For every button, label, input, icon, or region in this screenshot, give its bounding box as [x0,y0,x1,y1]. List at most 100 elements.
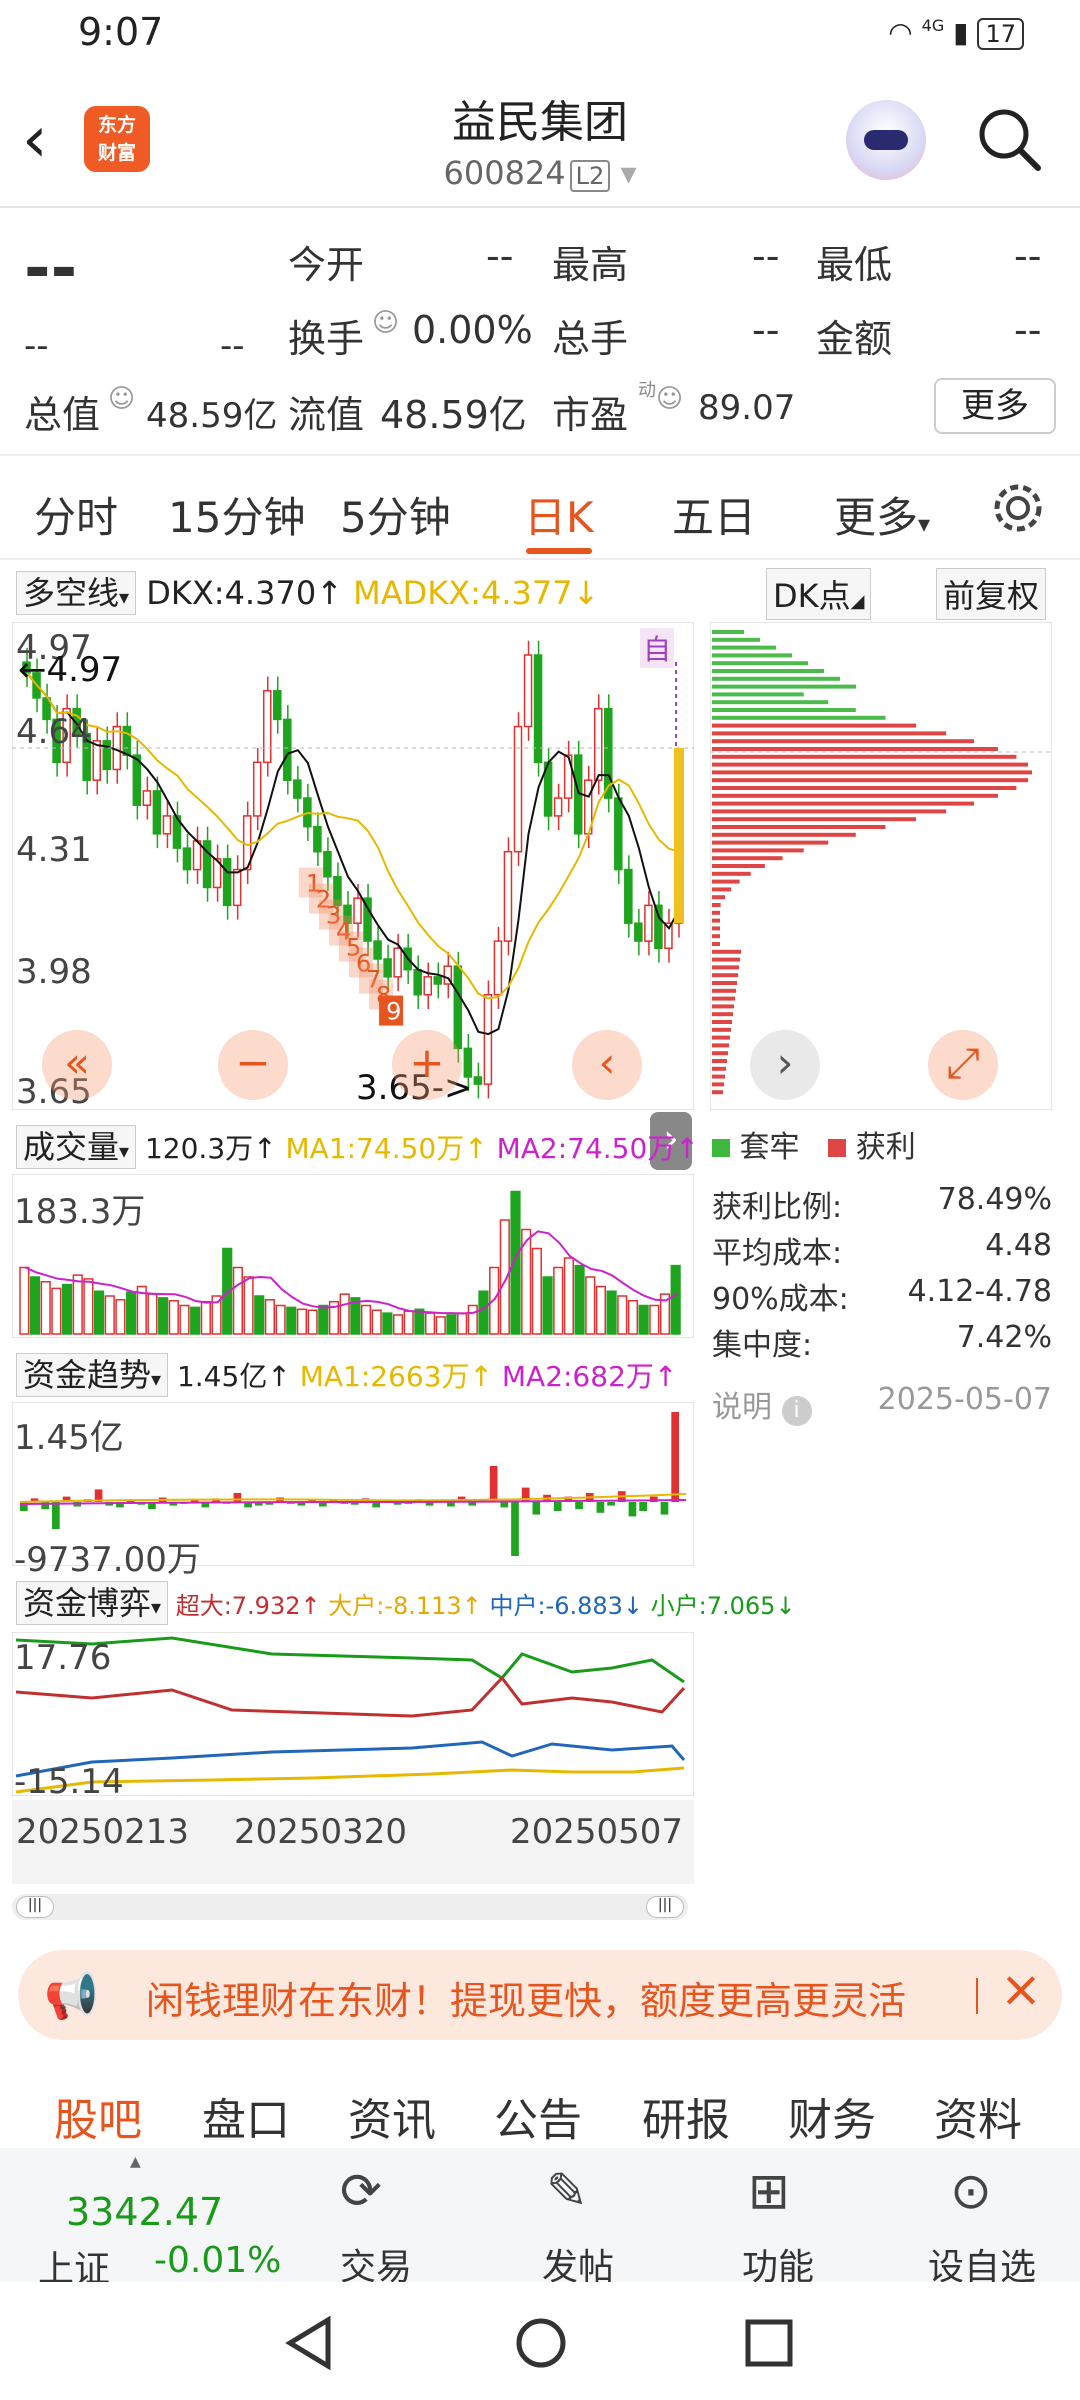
tab-daily-k[interactable]: 日K [524,484,594,545]
profit-legend-label: 获利 [855,1130,916,1165]
index-change: -0.01% [154,2240,282,2281]
tab-profile[interactable]: 资料 [934,2084,1022,2148]
search-icon[interactable] [976,106,1042,172]
adjust-button[interactable]: 前复权 [936,568,1047,620]
volume-bar [649,1304,660,1335]
tab-guba[interactable]: 股吧 [54,2084,142,2148]
volume-bar [403,1310,414,1335]
tab-five-day[interactable]: 五日 [672,484,756,545]
chip-bar [712,887,732,892]
kline-y-label: 4.31 [16,830,92,870]
candle-body [92,740,101,781]
more-button[interactable]: 更多 [934,378,1056,434]
chip-note-row[interactable]: 说明 i 2025-05-07 [712,1382,1052,1426]
chip-bar [712,715,886,720]
chip-bar [712,708,856,712]
trap-legend-label: 套牢 [739,1130,800,1165]
fullscreen-icon[interactable]: ⤢ [928,1030,998,1100]
range-handle-left[interactable]: ||| [16,1896,54,1918]
tab-5min[interactable]: 5分钟 [340,484,451,545]
assistant-avatar[interactable] [846,100,926,180]
flow-ma2: MA2:682万↑ [501,1360,678,1393]
tab-pankou[interactable]: 盘口 [202,2084,290,2148]
candle-body [453,965,463,1050]
candle-body [473,1076,483,1085]
chip-bar [712,973,738,978]
stat-value: 4.48 [985,1228,1052,1263]
nav-recents-icon[interactable] [744,2318,794,2368]
battery-icon: 17 [977,18,1024,50]
dropdown-icon: ▾ [610,154,637,192]
tab-research[interactable]: 研报 [642,2084,730,2148]
info-icon[interactable]: ☺ [372,308,399,338]
info-icon[interactable]: ☺ [108,384,135,414]
chip-bar [712,1051,728,1056]
volume-bar [638,1304,649,1335]
index-value[interactable]: 3342.47 [66,2190,223,2234]
kline-indicator-bar: 多空线▾ DKX:4.370↑ MADKX:4.377↓ [16,568,599,615]
tab-more-label: 更多 [834,493,919,542]
chip-bar [712,864,765,868]
note-label: 说明 [712,1390,772,1425]
zoom-in-button[interactable]: + [392,1030,462,1100]
volume-bar [318,1304,329,1335]
volume-bar [104,1295,115,1335]
grid-icon: ⊞ [748,2162,790,2220]
kline-y-label: 4.64 [16,712,92,752]
close-icon[interactable]: × [1000,1960,1042,2018]
low-label: 最低 [816,243,893,287]
candle-body [273,690,282,721]
volume-bar [147,1293,158,1335]
expand-right-button[interactable]: › [750,1030,820,1100]
volume-label: 成交量 [23,1128,120,1166]
chip-bar [712,903,721,907]
flow-select[interactable]: 资金趋势▾ [16,1353,169,1397]
volume-bar [617,1295,628,1335]
bottom-dock: ▲ 3342.47 上证 -0.01% ⟳ 交易 ✎ 发帖 ⊞ 功能 ⊙ 设自选 [0,2148,1080,2290]
range-scrollbar[interactable]: ||| ||| [12,1894,688,1920]
trap-swatch [712,1139,730,1157]
flow-bar [52,1502,60,1529]
promo-banner[interactable]: 📢 闲钱理财在东财！提现更快，额度更高更灵活 × [18,1950,1062,2040]
zoom-out-button[interactable]: − [218,1030,288,1100]
dk-point-button[interactable]: DK点◢ [766,568,872,620]
banner-text: 闲钱理财在东财！提现更快，额度更高更灵活 [146,1979,907,2023]
tab-15min[interactable]: 15分钟 [168,484,305,545]
volume-bar [574,1264,585,1335]
chip-bar [712,762,1029,767]
scroll-left-fast-button[interactable]: « [42,1030,112,1100]
game-select[interactable]: 资金博弈▾ [16,1581,169,1625]
scroll-left-button[interactable]: ‹ [572,1030,642,1100]
nav-back-icon[interactable] [284,2316,334,2370]
candle-body [283,718,292,781]
volume-select[interactable]: 成交量▾ [16,1125,137,1169]
chip-bar [712,1020,732,1024]
nav-home-icon[interactable] [514,2316,568,2370]
tab-finance[interactable]: 财务 [788,2084,876,2148]
volume-ma2: MA2:74.50万↑ [496,1132,699,1165]
volume-signal-bar [674,748,684,924]
level2-badge: L2 [569,160,611,192]
chip-bar [712,1066,726,1071]
tab-intraday[interactable]: 分时 [34,484,118,545]
range-handle-right[interactable]: ||| [646,1896,684,1918]
auto-badge[interactable]: 自 [640,628,674,668]
tab-announcement[interactable]: 公告 [494,2084,582,2148]
volume-bar [40,1281,51,1335]
chip-bar [712,747,998,751]
indicator-select[interactable]: 多空线▾ [16,571,137,615]
caret-icon: ▾ [151,1367,162,1391]
game-big: 大户:-8.113↑ [328,1592,482,1620]
game-super: 超大:7.932↑ [175,1592,321,1620]
tab-more[interactable]: 更多▾ [834,484,930,545]
volume-bar [542,1276,553,1335]
info-icon[interactable]: ☺ [656,384,683,414]
tab-news[interactable]: 资讯 [348,2084,436,2148]
gear-icon[interactable] [990,480,1046,536]
stat-value: 4.12-4.78 [907,1274,1052,1309]
content-tabs: 股吧 盘口 资讯 公告 研报 财务 资料 [0,2056,1080,2146]
chip-bar [712,981,737,985]
amount-value: -- [1014,308,1042,352]
mktcap-value: 48.59亿 [146,396,278,436]
volume-y-max: 183.3万 [14,1192,146,1232]
